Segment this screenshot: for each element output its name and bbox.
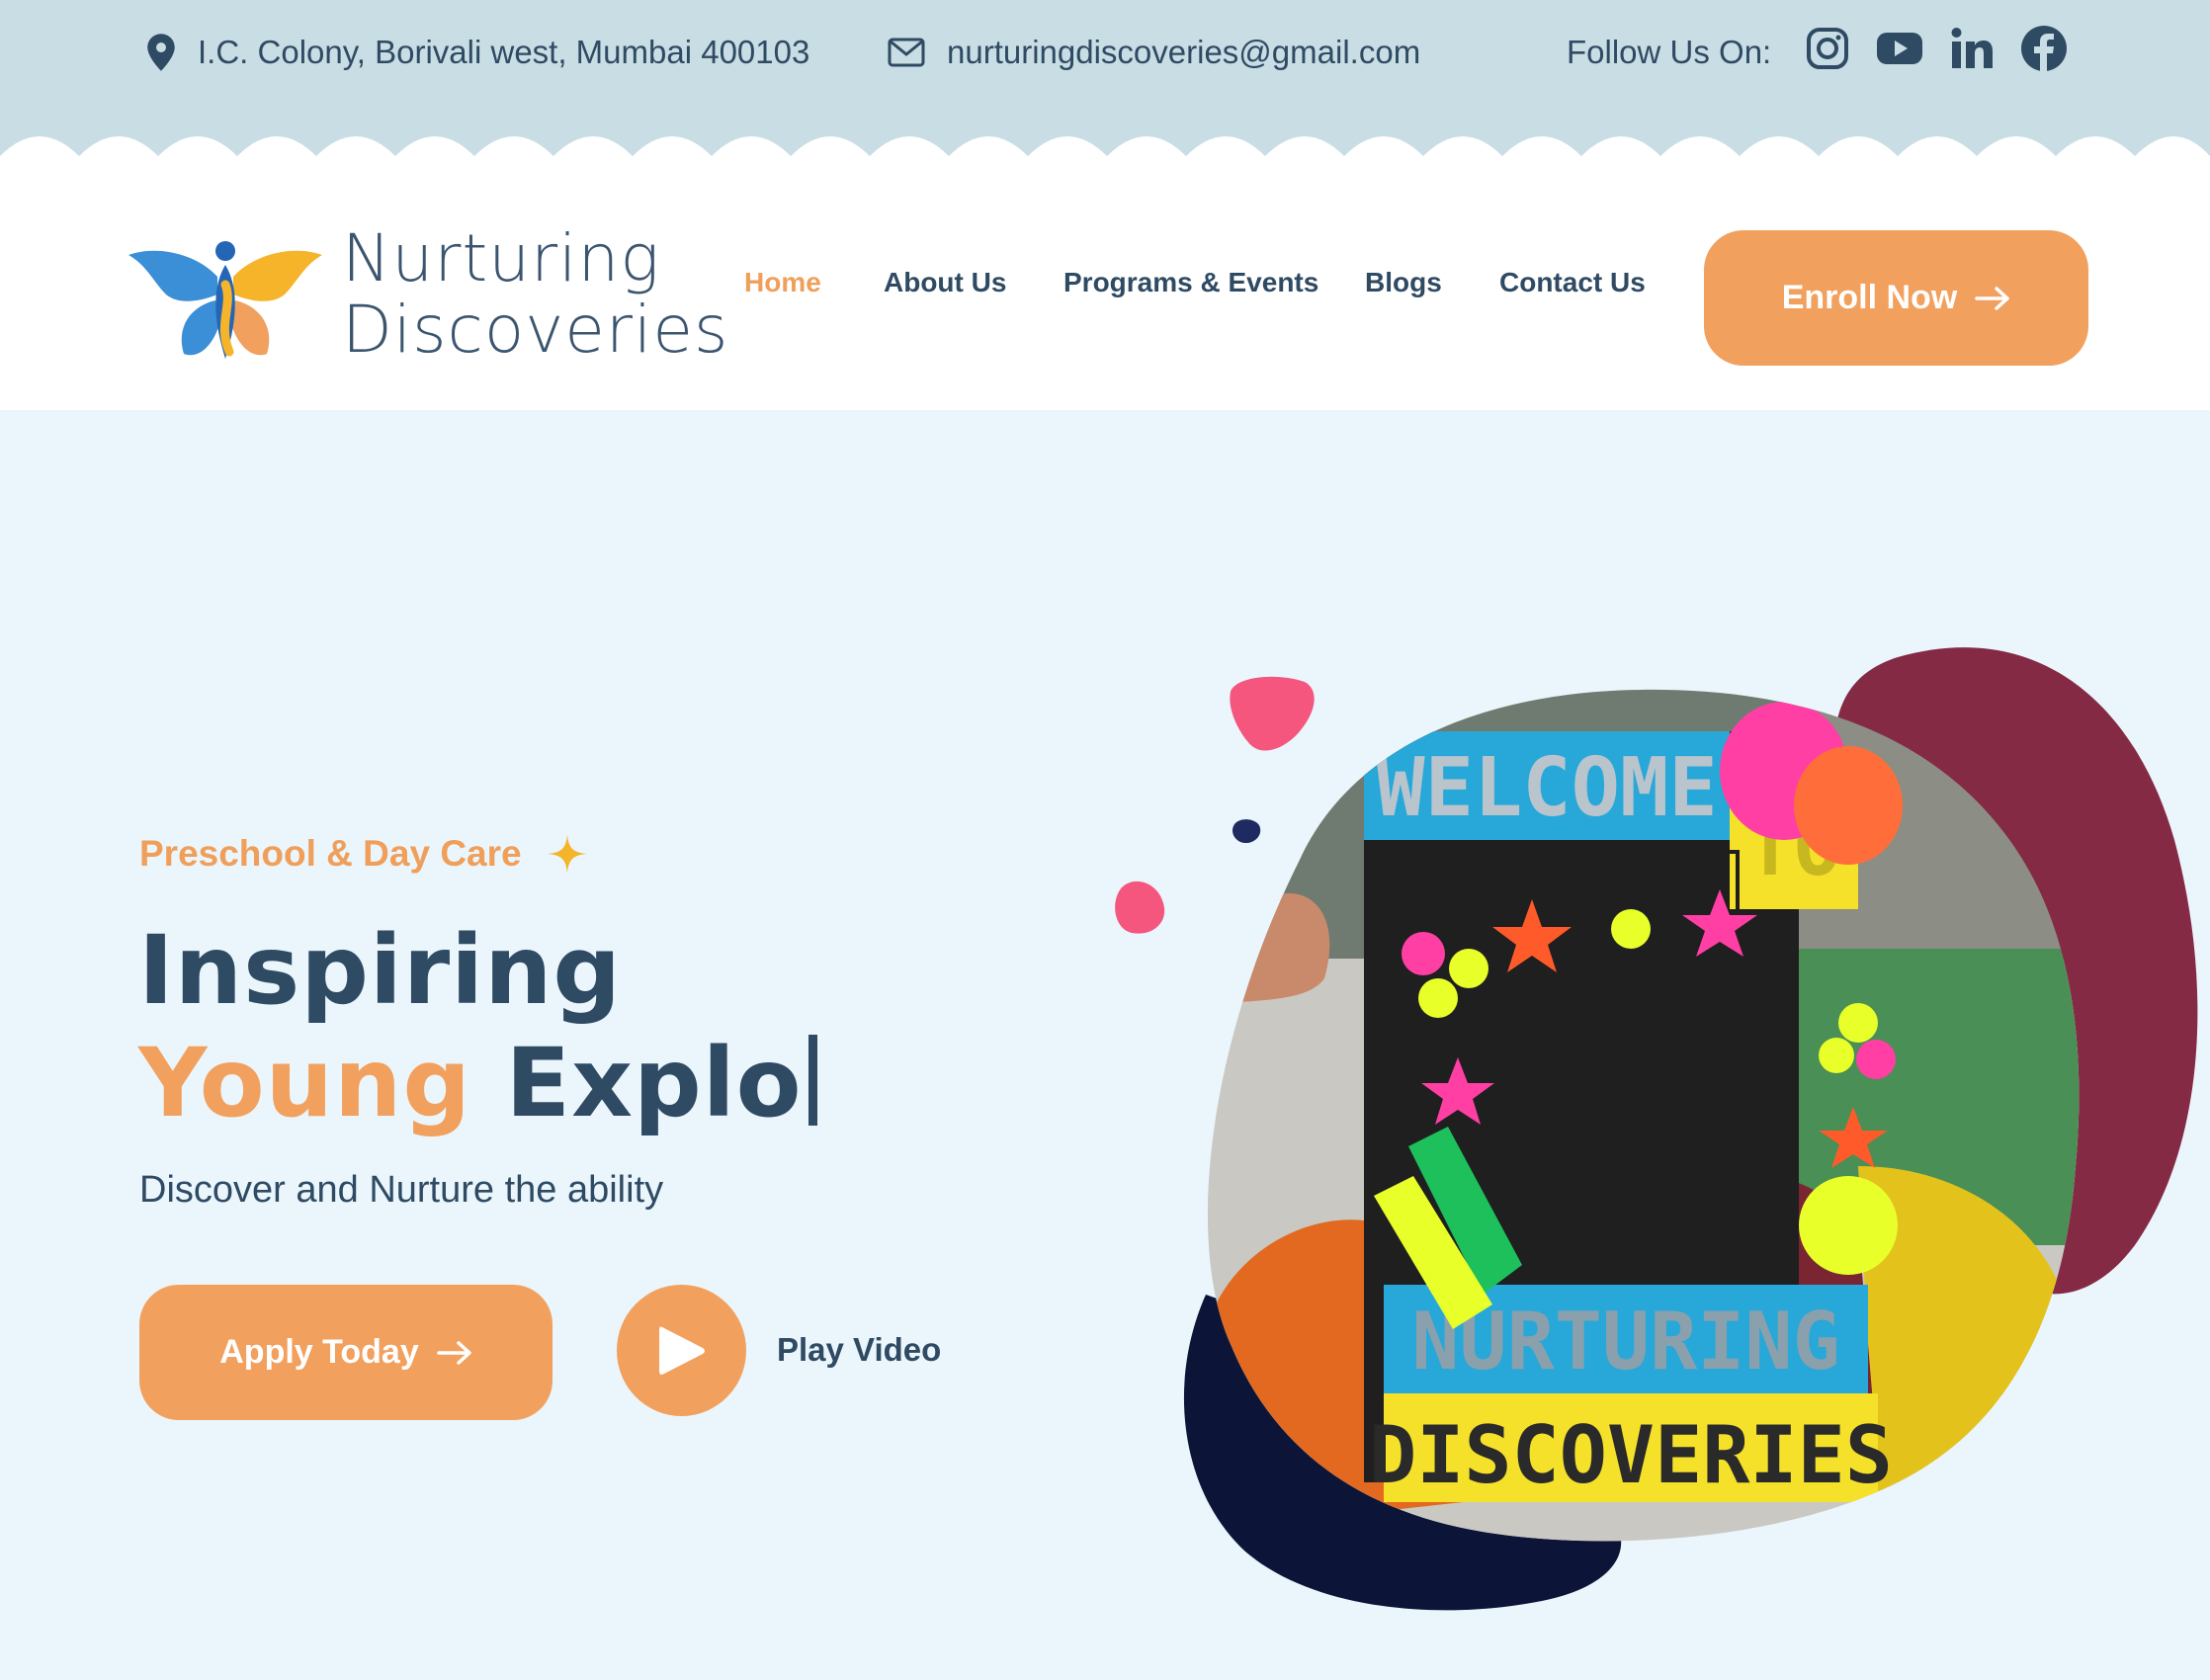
email-item[interactable]: nurturingdiscoveries@gmail.com — [888, 28, 1420, 77]
eyebrow-text: Preschool & Day Care — [139, 833, 522, 874]
site-logo[interactable]: Nurturing Discoveries — [127, 223, 728, 366]
headline-typed: Explo — [505, 1028, 803, 1138]
nav-contact-us[interactable]: Contact Us — [1499, 267, 1646, 298]
email-link[interactable]: nurturingdiscoveries@gmail.com — [947, 34, 1420, 71]
pink-blob-small — [1115, 881, 1165, 934]
logo-line1: Nurturing — [342, 220, 660, 296]
nav-about-us[interactable]: About Us — [884, 267, 1006, 298]
headline-accent: Young — [138, 1028, 472, 1138]
play-video-label[interactable]: Play Video — [777, 1331, 941, 1369]
play-icon — [658, 1326, 705, 1375]
social-links — [1780, 24, 2069, 73]
apply-label: Apply Today — [219, 1333, 419, 1371]
photo-frame-welcome: WELCOME — [1376, 741, 1718, 835]
site-header: Nurturing Discoveries Home About Us Prog… — [0, 168, 2210, 410]
sparkle-icon — [547, 834, 587, 874]
headline-line1: Inspiring — [138, 915, 623, 1026]
logo-line2: Discoveries — [342, 292, 729, 368]
arrow-right-icon — [437, 1340, 471, 1365]
top-info-bar: I.C. Colony, Borivali west, Mumbai 40010… — [0, 0, 2210, 176]
typing-caret — [808, 1035, 817, 1126]
linkedin-icon[interactable] — [1947, 24, 1997, 73]
navy-dot-blob — [1232, 819, 1261, 844]
location-pin-icon — [147, 34, 175, 71]
pink-blob-top — [1230, 676, 1315, 751]
follow-label: Follow Us On: — [1567, 28, 1771, 77]
apply-today-button[interactable]: Apply Today — [139, 1285, 552, 1420]
wave-divider — [0, 136, 2210, 176]
address-item: I.C. Colony, Borivali west, Mumbai 40010… — [146, 28, 809, 77]
nav-home[interactable]: Home — [744, 267, 821, 298]
hero-eyebrow: Preschool & Day Care — [139, 833, 587, 875]
photo-frame-discoveries: DISCOVERIES — [1369, 1409, 1893, 1501]
logo-wordmark: Nurturing Discoveries — [342, 223, 728, 366]
nav-blogs[interactable]: Blogs — [1365, 267, 1442, 298]
hero-photo-composition: WELCOME TO NURTURING DISCOVERIES — [1183, 647, 2198, 1611]
play-video-button[interactable] — [617, 1285, 746, 1416]
address-text: I.C. Colony, Borivali west, Mumbai 40010… — [198, 34, 810, 70]
nav-programs-events[interactable]: Programs & Events — [1063, 267, 1318, 298]
butterfly-logo-icon — [128, 241, 322, 359]
instagram-icon[interactable] — [1803, 24, 1852, 73]
mail-icon — [888, 38, 925, 67]
hero-headline: Inspiring Young Explo — [138, 914, 817, 1139]
enroll-label: Enroll Now — [1781, 279, 1958, 316]
facebook-icon[interactable] — [2019, 24, 2069, 73]
follow-text: Follow Us On: — [1567, 34, 1772, 70]
headline-line2: Young Explo — [138, 1027, 817, 1139]
enroll-now-button[interactable]: Enroll Now — [1704, 230, 2088, 366]
arrow-right-icon — [1975, 286, 2010, 310]
hero-subtitle: Discover and Nurture the ability — [139, 1169, 664, 1211]
youtube-icon[interactable] — [1875, 24, 1924, 73]
